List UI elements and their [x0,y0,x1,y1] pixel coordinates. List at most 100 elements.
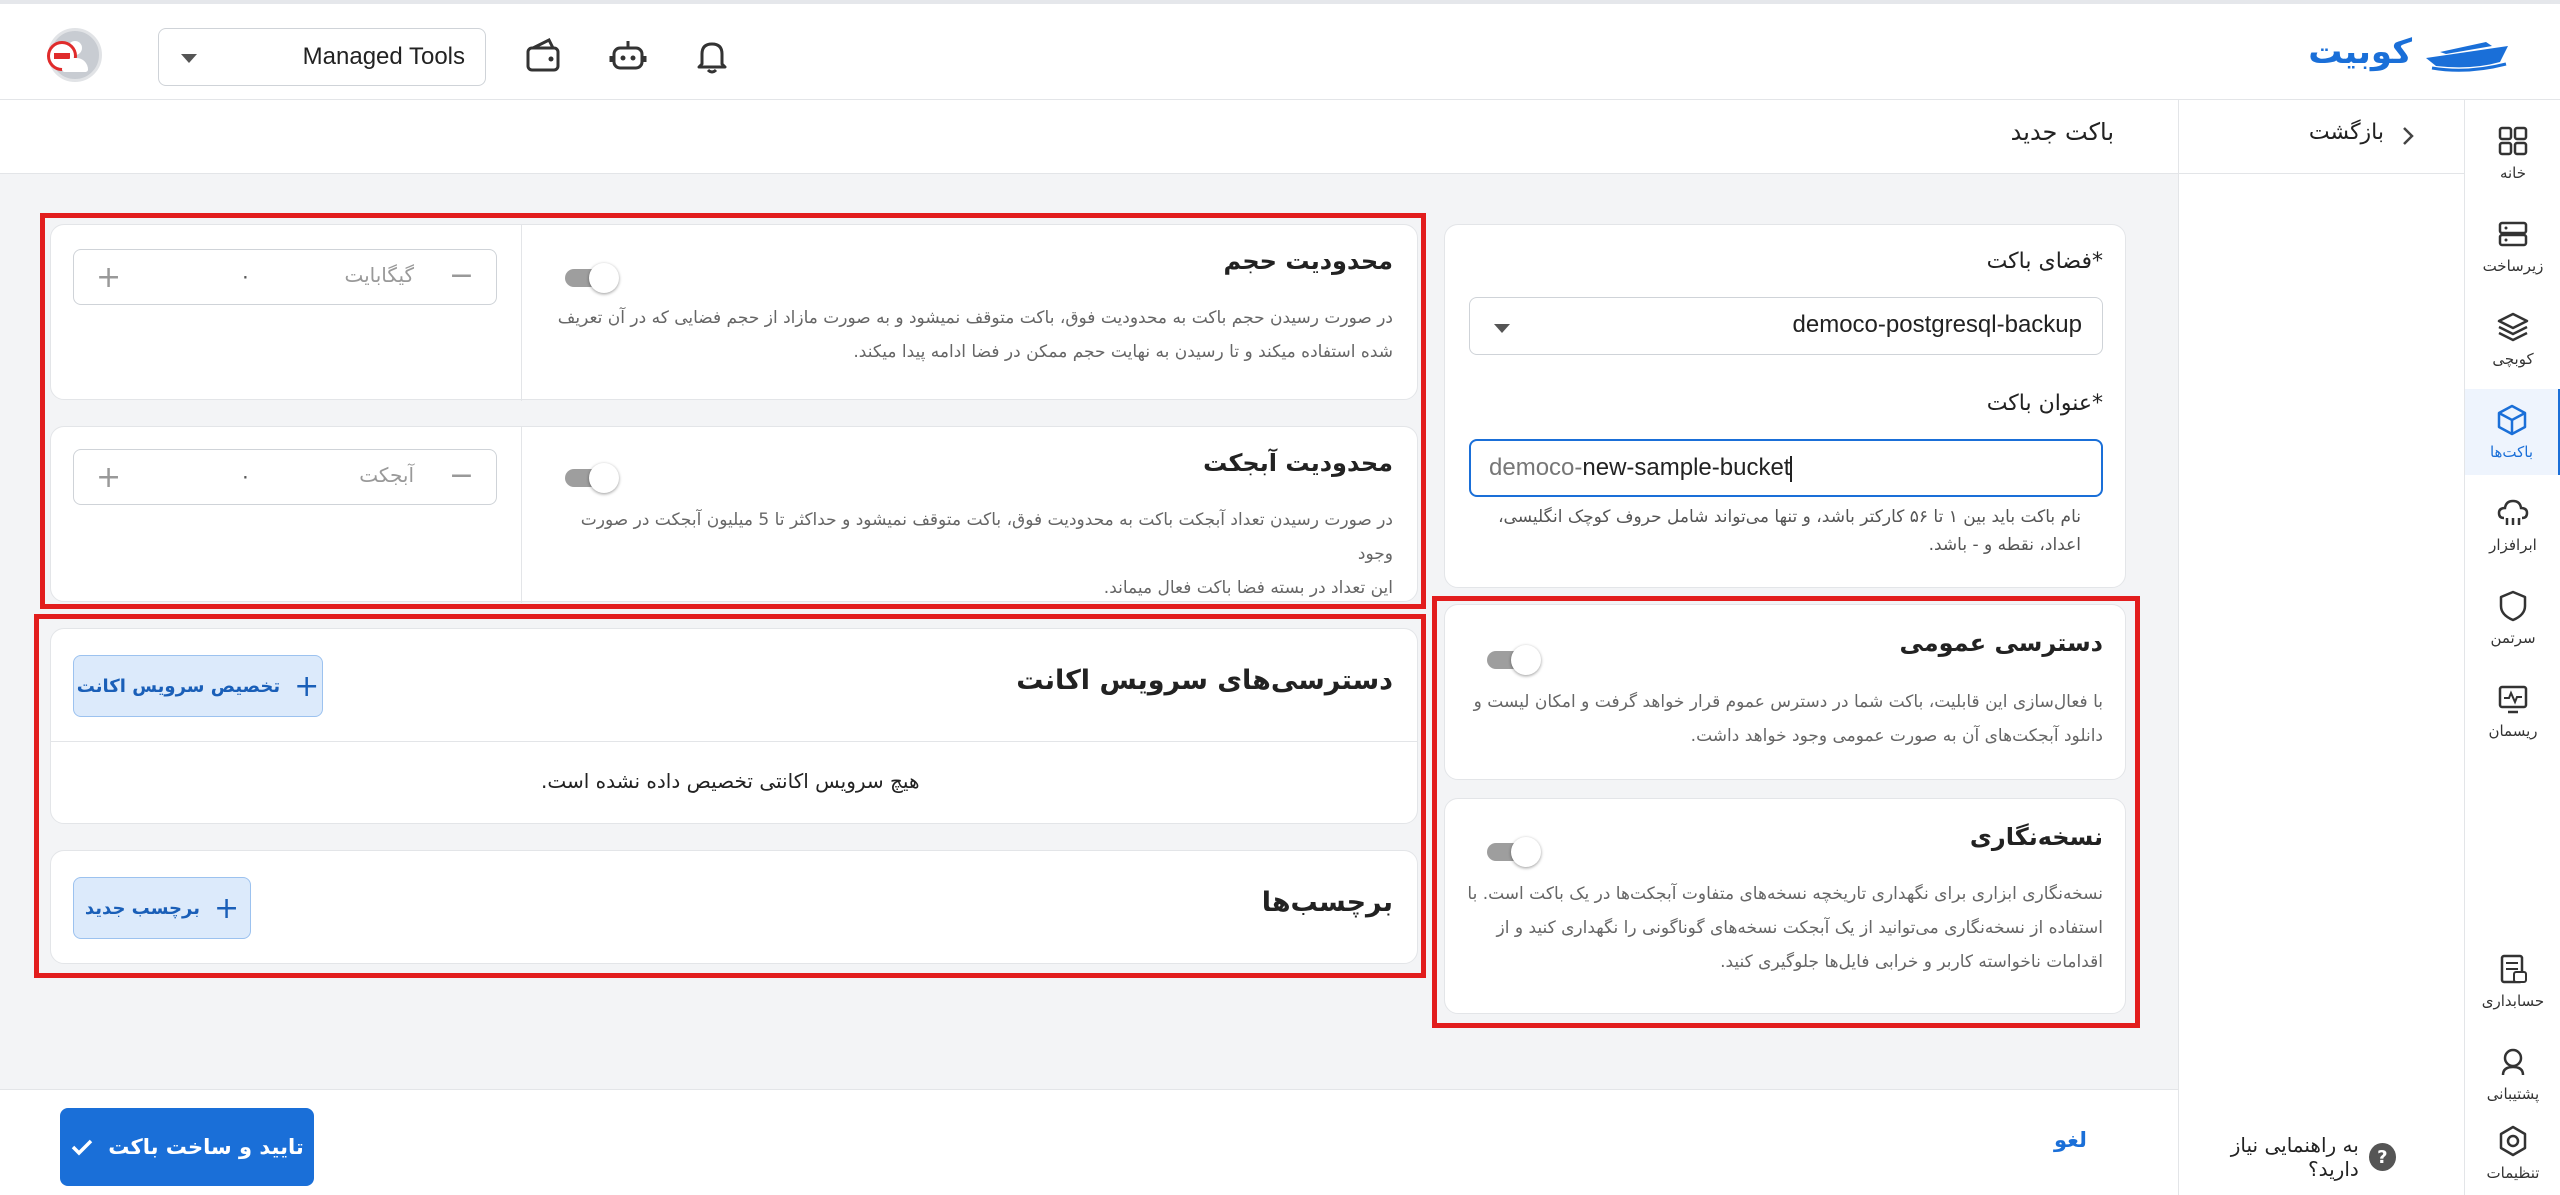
page-title: باکت جدید [2010,118,2114,146]
versioning-toggle[interactable] [1485,835,1541,867]
grid-icon [2498,126,2528,156]
desc-line: نسخه‌نگاری ابزاری برای نگهداری تاریخچه ن… [1467,884,2103,904]
monitor-pulse-icon [2498,685,2528,714]
shield-icon [2499,590,2527,622]
new-tag-button[interactable]: + برچسب جدید [73,877,251,939]
settings-icon [2499,1125,2527,1157]
back-label: بازگشت [2308,120,2384,145]
sidebar-item-label: ریسمان [2488,722,2538,740]
tags-title: برچسب‌ها [1261,887,1393,918]
plus-icon[interactable]: + [96,260,121,295]
secondary-nav-column: به راهنمایی نیاز دارید؟ ? [2178,174,2464,1195]
size-limit-unit: گیگابایت [344,263,414,287]
wallet-icon[interactable] [523,36,563,76]
beta-badge-icon [47,41,77,71]
service-accounts-card: دسترسی‌های سرویس اکانت + تخصیص سرویس اکا… [50,628,1418,824]
versioning-desc: نسخه‌نگاری ابزاری برای نگهداری تاریخچه ن… [1453,877,2103,979]
bucket-title-input[interactable]: democo-new-sample-bucket [1469,439,2103,497]
brand-name: کوبیت [2308,32,2412,72]
desc-line: در صورت رسیدن حجم باکت به محدودیت فوق، ب… [557,308,1393,328]
cloud-app-icon [2497,499,2529,525]
versioning-title: نسخه‌نگاری [1969,823,2103,851]
public-access-title: دسترسی عمومی [1899,629,2103,657]
space-select[interactable]: democo-postgresql-backup [1469,297,2103,355]
size-limit-toggle[interactable] [563,261,619,293]
sidebar-item-kubechi[interactable]: کوبچی [2465,296,2560,382]
sidebar-item-label: سرتمن [2490,629,2536,647]
organization-select-value: Managed Tools [302,43,465,70]
divider [521,427,522,603]
plus-icon[interactable]: + [96,460,121,495]
size-limit-stepper[interactable]: + ۰ گیگابایت − [73,249,497,305]
public-access-toggle[interactable] [1485,643,1541,675]
sidebar-item-buckets[interactable]: باکت‌ها [2465,389,2560,475]
public-access-card: دسترسی عمومی با فعال‌سازی این قابلیت، با… [1444,604,2126,780]
desc-line: با فعال‌سازی این قابلیت، باکت شما در دست… [1473,692,2103,712]
sidebar-item-home[interactable]: خانه [2465,110,2560,196]
sidebar-item-label: پشتیبانی [2486,1085,2540,1103]
object-limit-title: محدودیت آبجکت [1203,449,1393,477]
ship-logo-icon [2426,42,2508,72]
bell-icon[interactable] [692,36,732,76]
object-limit-value: ۰ [240,464,251,488]
title-value: new-sample-bucket [1582,454,1791,481]
brand-logo[interactable]: کوبیت [2308,32,2512,72]
desc-line: دانلود آبجکت‌های آن به صورت عمومی وجود خ… [1690,726,2103,746]
server-icon [2498,221,2528,247]
back-button[interactable]: بازگشت [2178,100,2464,174]
help-link[interactable]: به راهنمایی نیاز دارید؟ ? [2179,1133,2396,1181]
minus-icon[interactable]: − [449,458,474,493]
sidebar-item-cloud-app[interactable]: ابرافزار [2465,482,2560,568]
object-limit-desc: در صورت رسیدن تعداد آبجکت باکت به محدودی… [553,503,1393,605]
layers-icon [2497,312,2529,342]
assign-service-account-button[interactable]: + تخصیص سرویس اکانت [73,655,323,717]
desc-line: این تعداد در بسته فضا باکت فعال میماند. [1103,578,1393,598]
sidebar-item-infrastructure[interactable]: زیرساخت [2465,203,2560,289]
chevron-down-icon [1494,324,1510,333]
cube-icon [2497,404,2526,436]
object-limit-toggle[interactable] [563,461,619,493]
service-accounts-empty: هیچ سرویس اکانتی تخصیص داده نشده است. [541,769,920,793]
size-limit-title: محدودیت حجم [1223,247,1393,275]
assign-service-account-label: تخصیص سرویس اکانت [76,675,281,697]
cancel-button[interactable]: لغو [2054,1128,2087,1152]
object-limit-card: محدودیت آبجکت در صورت رسیدن تعداد آبجکت … [50,426,1418,605]
desc-line: در صورت رسیدن تعداد آبجکت باکت به محدودی… [580,510,1393,564]
receipt-icon [2500,954,2527,984]
desc-line: شده استفاده میکند و تا رسیدن به نهایت حج… [853,342,1393,362]
size-limit-card: محدودیت حجم در صورت رسیدن حجم باکت به مح… [50,224,1418,401]
sidebar-item-label: ابرافزار [2489,536,2537,554]
user-avatar[interactable] [47,28,102,82]
title-help-line: اعداد، نقطه و - باشد. [1928,535,2081,555]
sidebar-item-support[interactable]: پشتیبانی [2465,1031,2560,1117]
page-title-bar: باکت جدید [0,100,2178,174]
question-icon: ? [2368,1143,2396,1171]
create-bucket-button[interactable]: تایید و ساخت باکت [60,1108,314,1186]
sidebar-item-monitoring[interactable]: ریسمان [2465,668,2560,754]
title-label: عنوان باکت* [1986,391,2103,416]
organization-select[interactable]: Managed Tools [158,28,486,86]
sidebar-item-accounting[interactable]: حسابداری [2465,938,2560,1024]
minus-icon[interactable]: − [449,258,474,293]
form-footer: تایید و ساخت باکت لغو [0,1089,2178,1195]
sidebar-item-label: زیرساخت [2482,257,2544,275]
sidebar-item-label: کوبچی [2492,350,2534,368]
header-actions [47,28,102,82]
headset-icon [2501,1048,2525,1076]
sidebar-item-security[interactable]: سرتمن [2465,575,2560,661]
service-accounts-title: دسترسی‌های سرویس اکانت [1016,665,1393,696]
object-limit-unit: آبجکت [359,463,414,487]
check-icon [72,1139,93,1156]
robot-icon[interactable] [608,36,648,76]
sidebar-item-settings[interactable]: تنظیمات [2465,1110,2560,1195]
sidebar-item-label: حسابداری [2481,992,2545,1010]
size-limit-value: ۰ [240,264,251,288]
new-tag-label: برچسب جدید [84,897,200,919]
desc-line: استفاده از نسخه‌نگاری می‌توانید از یک آب… [1496,918,2104,938]
top-header: کوبیت Managed Tools [0,0,2560,100]
plus-icon: + [213,890,240,926]
object-limit-stepper[interactable]: + ۰ آبجکت − [73,449,497,505]
bucket-form-card: فضای باکت* democo-postgresql-backup عنوا… [1444,224,2126,588]
sidebar-item-label: تنظیمات [2486,1164,2540,1182]
chevron-right-icon [2403,127,2414,145]
